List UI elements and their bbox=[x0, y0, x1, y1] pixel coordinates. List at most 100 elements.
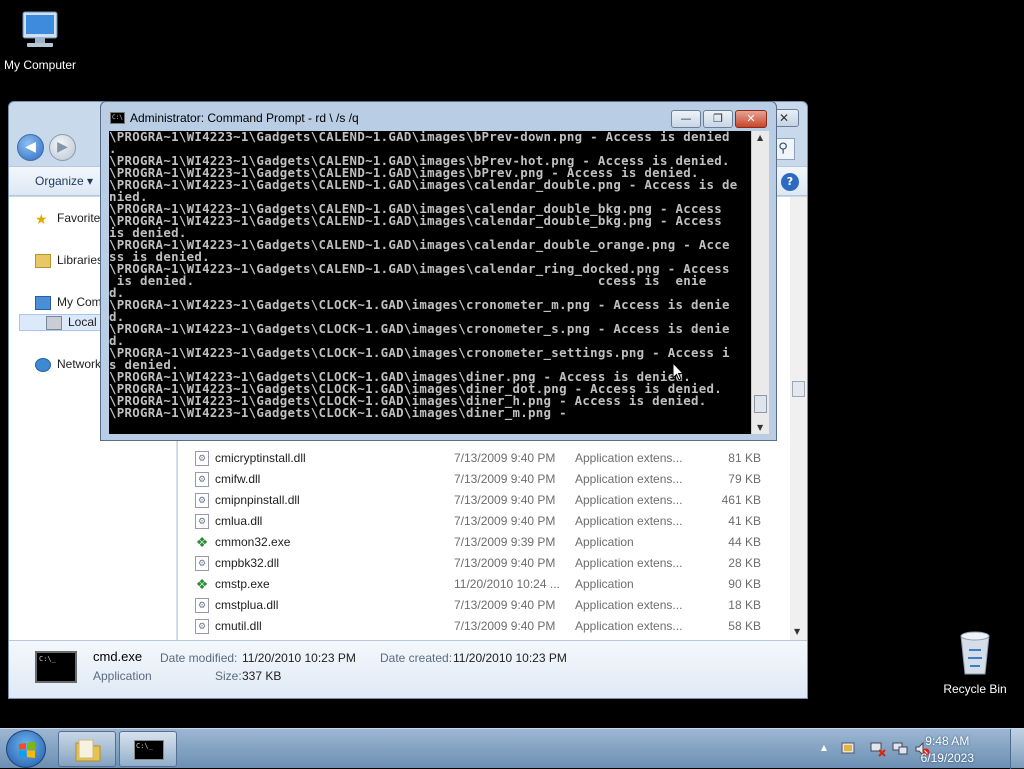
file-name: cmifw.dll bbox=[215, 472, 261, 486]
console-line: \PROGRA~1\WI4223~1\Gadgets\CALEND~1.GAD\… bbox=[109, 213, 723, 228]
file-name: cmstp.exe bbox=[215, 577, 270, 591]
organize-menu[interactable]: Organize ▾ bbox=[35, 174, 93, 188]
console-output[interactable]: \PROGRA~1\WI4223~1\Gadgets\CALEND~1.GAD\… bbox=[109, 131, 751, 434]
file-size: 28 KB bbox=[728, 556, 761, 570]
computer-icon bbox=[22, 11, 58, 47]
file-type: Application extens... bbox=[575, 556, 683, 570]
file-size: 461 KB bbox=[721, 493, 761, 507]
show-hidden-icons-icon[interactable]: ▲ bbox=[816, 743, 832, 759]
computer-icon bbox=[35, 295, 51, 310]
file-date: 7/13/2009 9:40 PM bbox=[454, 556, 556, 570]
details-pane: C:\_ cmd.exe Application Date modified: … bbox=[9, 640, 807, 698]
details-file-name: cmd.exe bbox=[93, 649, 143, 664]
file-date: 7/13/2009 9:40 PM bbox=[454, 472, 556, 486]
file-date: 7/13/2009 9:40 PM bbox=[454, 451, 556, 465]
file-list-scrollbar[interactable]: ▼ bbox=[790, 197, 807, 640]
help-icon[interactable]: ? bbox=[781, 173, 799, 191]
network-icon bbox=[35, 357, 51, 372]
recycle-bin-desktop-icon[interactable]: Recycle Bin bbox=[940, 628, 1010, 696]
file-row[interactable]: ⚙ cmpbk32.dll 7/13/2009 9:40 PM Application… bbox=[178, 553, 778, 574]
nav-item-network[interactable]: Network bbox=[35, 357, 101, 372]
console-line: \PROGRA~1\WI4223~1\Gadgets\CALEND~1.GAD\… bbox=[109, 131, 730, 144]
file-type: Application extens... bbox=[575, 619, 683, 633]
scroll-down-arrow-icon[interactable]: ▼ bbox=[757, 423, 763, 432]
network-icon bbox=[870, 742, 886, 757]
file-date: 7/13/2009 9:40 PM bbox=[454, 598, 556, 612]
dll-file-icon: ⚙ bbox=[195, 556, 209, 571]
nav-network-label: Network bbox=[57, 357, 102, 371]
command-prompt-window[interactable]: C:\ Administrator: Command Prompt - rd \… bbox=[100, 101, 777, 441]
start-button[interactable] bbox=[6, 730, 46, 768]
file-size: 58 KB bbox=[728, 619, 761, 633]
file-row[interactable]: ⚙ cmifw.dll 7/13/2009 9:40 PM Application e… bbox=[178, 469, 778, 490]
file-type: Application extens... bbox=[575, 451, 683, 465]
windows-logo-icon bbox=[19, 742, 35, 758]
file-date: 7/13/2009 9:40 PM bbox=[454, 514, 556, 528]
dll-file-icon: ⚙ bbox=[195, 493, 209, 508]
dll-file-icon: ⚙ bbox=[195, 619, 209, 634]
details-file-type: Application bbox=[93, 669, 152, 683]
file-row[interactable]: ⚙ cmlua.dll 7/13/2009 9:40 PM Application e… bbox=[178, 511, 778, 532]
action-center-icon[interactable] bbox=[840, 741, 856, 757]
folder-icon bbox=[75, 739, 101, 762]
file-row[interactable]: ❖ cmstp.exe 11/20/2010 10:24 ... Applicatio… bbox=[178, 574, 778, 595]
dll-file-icon: ⚙ bbox=[195, 598, 209, 613]
show-desktop-button[interactable] bbox=[1010, 729, 1024, 769]
network-connection-icon[interactable] bbox=[892, 741, 908, 757]
details-created-label: Date created: bbox=[380, 651, 453, 665]
details-size-label: Size: bbox=[215, 669, 242, 683]
dll-file-icon: ⚙ bbox=[195, 514, 209, 529]
nav-local-disk-label: Local bbox=[68, 315, 97, 329]
forward-button[interactable]: ▶ bbox=[49, 134, 76, 161]
file-row[interactable]: ⚙ cmstplua.dll 7/13/2009 9:40 PM Applicatio… bbox=[178, 595, 778, 616]
console-line: is denied. ccess is enie bbox=[109, 273, 707, 288]
cmd-window-icon: C:\ bbox=[110, 112, 125, 124]
cmd-file-icon: C:\_ bbox=[35, 651, 77, 683]
file-row[interactable]: ⚙ cmutil.dll 7/13/2009 9:40 PM Application … bbox=[178, 616, 778, 637]
my-computer-desktop-icon[interactable]: My Computer bbox=[0, 8, 80, 72]
file-name: cmlua.dll bbox=[215, 514, 263, 528]
recycle-bin-icon bbox=[960, 631, 990, 675]
nav-item-favorites[interactable]: ★ Favorite bbox=[35, 211, 100, 226]
application-icon: ❖ bbox=[195, 576, 209, 592]
file-name: cmipnpinstall.dll bbox=[215, 493, 300, 507]
taskbar-cmd-button[interactable]: C:\_ bbox=[119, 731, 177, 767]
file-row[interactable]: ⚙ cmicryptinstall.dll 7/13/2009 9:40 PM App… bbox=[178, 448, 778, 469]
console-scrollbar-thumb[interactable] bbox=[754, 395, 767, 413]
file-date: 7/13/2009 9:40 PM bbox=[454, 493, 556, 507]
file-type: Application extens... bbox=[575, 598, 683, 612]
system-tray: ▲ 9:48 AM 6/19/2023 bbox=[814, 729, 1024, 769]
back-button[interactable]: ◀ bbox=[17, 134, 44, 161]
nav-libraries-label: Libraries bbox=[57, 253, 104, 267]
taskbar-clock[interactable]: 9:48 AM 6/19/2023 bbox=[921, 733, 974, 767]
details-created-value: 11/20/2010 10:23 PM bbox=[453, 651, 567, 665]
console-line: \PROGRA~1\WI4223~1\Gadgets\CLOCK~1.GAD\i… bbox=[109, 321, 730, 336]
file-type: Application extens... bbox=[575, 514, 683, 528]
taskbar-explorer-button[interactable] bbox=[58, 731, 116, 767]
network-error-icon[interactable] bbox=[870, 741, 886, 757]
scroll-down-arrow-icon[interactable]: ▼ bbox=[794, 627, 800, 636]
clock-date: 6/19/2023 bbox=[920, 751, 974, 765]
file-row[interactable]: ❖ cmmon32.exe 7/13/2009 9:39 PM Application… bbox=[178, 532, 778, 553]
file-type: Application extens... bbox=[575, 493, 683, 507]
nav-item-computer[interactable]: My Com bbox=[35, 295, 102, 310]
file-name: cmutil.dll bbox=[215, 619, 262, 633]
details-modified-value: 11/20/2010 10:23 PM bbox=[242, 651, 356, 665]
file-name: cmmon32.exe bbox=[215, 535, 291, 549]
file-row[interactable]: ⚙ cmipnpinstall.dll 7/13/2009 9:40 PM Appli… bbox=[178, 490, 778, 511]
file-size: 90 KB bbox=[728, 577, 761, 591]
close-button[interactable]: ✕ bbox=[735, 110, 767, 128]
clock-time: 9:48 AM bbox=[925, 734, 970, 748]
console-line: \PROGRA~1\WI4223~1\Gadgets\CLOCK~1.GAD\i… bbox=[109, 297, 730, 312]
file-name: cmpbk32.dll bbox=[215, 556, 280, 570]
scroll-up-arrow-icon[interactable]: ▲ bbox=[757, 133, 763, 142]
maximize-button[interactable]: ❐ bbox=[703, 110, 733, 128]
console-scrollbar[interactable]: ▲ ▼ bbox=[751, 131, 769, 434]
nav-item-libraries[interactable]: Libraries bbox=[35, 253, 103, 268]
minimize-button[interactable]: — bbox=[671, 110, 701, 128]
scrollbar-thumb[interactable] bbox=[792, 381, 805, 397]
cmd-window-title: Administrator: Command Prompt - rd \ /s … bbox=[130, 111, 359, 125]
file-date: 7/13/2009 9:40 PM bbox=[454, 619, 556, 633]
file-name: cmicryptinstall.dll bbox=[215, 451, 306, 465]
my-computer-label: My Computer bbox=[3, 58, 77, 72]
